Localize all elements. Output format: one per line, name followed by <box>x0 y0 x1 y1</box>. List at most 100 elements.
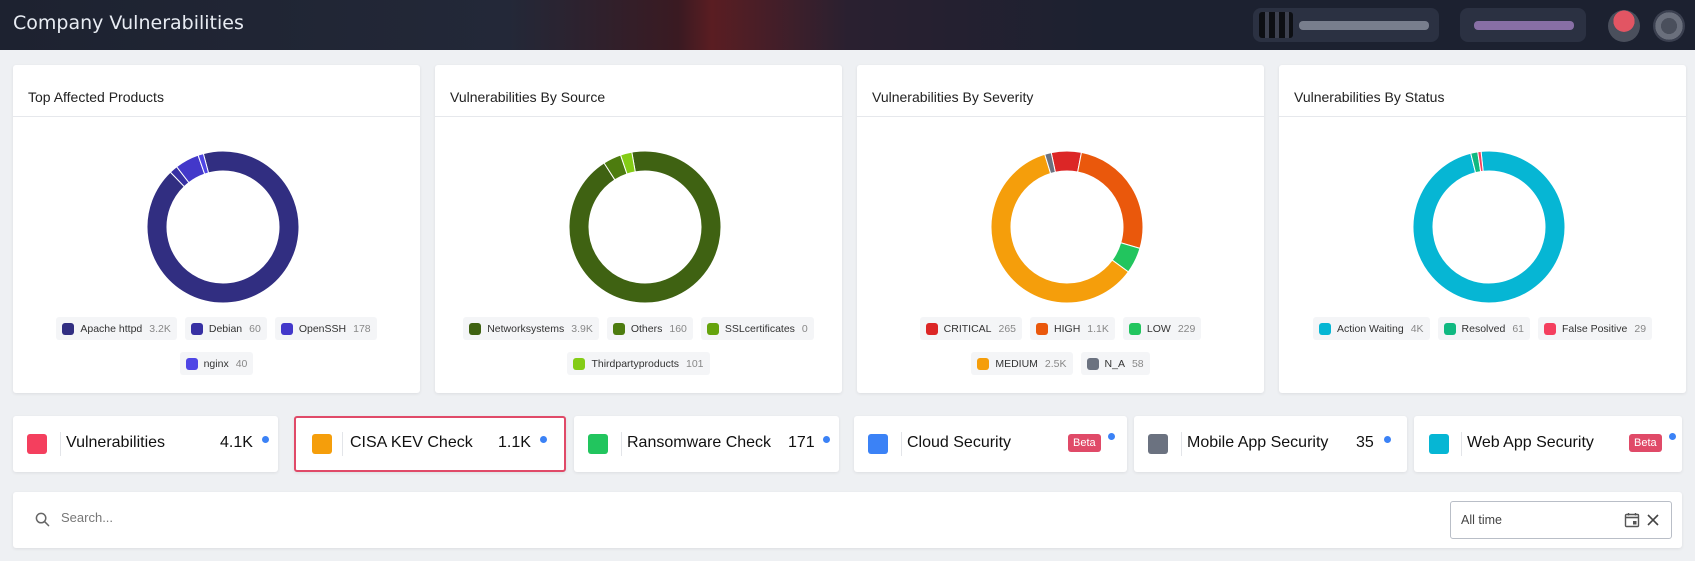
calendar-icon[interactable] <box>1624 512 1640 528</box>
category-color-swatch <box>588 434 608 454</box>
legend-value: 40 <box>235 357 248 370</box>
donut-chart <box>146 150 300 304</box>
legend-swatch <box>1544 322 1556 335</box>
stat-label: Cloud Security <box>907 434 1012 451</box>
stat-value: 35 <box>1356 434 1374 451</box>
legend-label: Resolved <box>1461 322 1506 335</box>
info-icon[interactable] <box>540 436 547 443</box>
chart-legend: CRITICAL 265 HIGH 1.1K LOW 229 MEDIUM 2.5K N_A 58 <box>867 317 1254 375</box>
info-icon[interactable] <box>823 436 830 443</box>
stat-label: Vulnerabilities <box>66 434 166 451</box>
legend-item[interactable]: Networksystems 3.9K <box>463 317 599 340</box>
search-input[interactable] <box>61 510 661 525</box>
legend-value: 29 <box>1634 322 1647 335</box>
donut-slice-apache-httpd[interactable] <box>146 150 300 304</box>
legend-item[interactable]: HIGH 1.1K <box>1030 317 1115 340</box>
legend-swatch <box>1318 322 1331 335</box>
legend-value: 101 <box>686 357 704 370</box>
category-color-swatch <box>27 434 47 454</box>
account-chip[interactable] <box>1253 8 1439 42</box>
card-title: Vulnerabilities By Source <box>435 65 842 117</box>
legend-swatch <box>706 322 719 335</box>
category-color-swatch <box>1148 434 1168 454</box>
chart-legend: Action Waiting 4K Resolved 61 False Positive… <box>1289 317 1676 340</box>
card-title: Top Affected Products <box>13 65 420 117</box>
legend-item[interactable]: LOW 229 <box>1122 317 1202 340</box>
stat-value: 1.1K <box>498 434 531 451</box>
stat-value: 4.1K <box>220 434 253 451</box>
info-icon[interactable] <box>262 436 269 443</box>
date-range-value: All time <box>1461 513 1502 527</box>
legend-item[interactable]: nginx 40 <box>179 352 254 375</box>
category-color-swatch <box>1429 434 1449 454</box>
page-title: Company Vulnerabilities <box>13 12 244 34</box>
stat-card-mobile-app-security[interactable]: Mobile App Security 35 <box>1134 416 1407 472</box>
legend-value: 1.1K <box>1087 322 1109 335</box>
legend-swatch <box>1128 322 1141 335</box>
card-title: Vulnerabilities By Severity <box>857 65 1264 117</box>
info-icon[interactable] <box>1384 436 1391 443</box>
legend-value: 2.5K <box>1044 357 1067 370</box>
stat-label: Ransomware Check <box>627 434 772 451</box>
legend-value: 3.9K <box>571 322 593 335</box>
legend-item[interactable]: False Positive 29 <box>1538 317 1653 340</box>
top-affected-products-card: Top Affected Products Apache httpd 3.2K De… <box>13 65 420 393</box>
top-bar: Company Vulnerabilities <box>0 0 1695 50</box>
legend-swatch <box>612 322 625 335</box>
legend-swatch <box>280 322 293 335</box>
legend-item[interactable]: Others 160 <box>606 317 693 340</box>
donut-slice-action-waiting[interactable] <box>1412 150 1566 304</box>
legend-item[interactable]: CRITICAL 265 <box>919 317 1023 340</box>
legend-item[interactable]: Debian 60 <box>184 317 267 340</box>
legend-value: 0 <box>801 322 808 335</box>
legend-label: LOW <box>1146 322 1171 335</box>
legend-label: CRITICAL <box>943 322 992 335</box>
legend-label: Networksystems <box>487 322 565 335</box>
close-icon[interactable] <box>1646 513 1660 527</box>
legend-label: Action Waiting <box>1336 322 1404 335</box>
legend-label: HIGH <box>1054 322 1081 335</box>
legend-swatch <box>573 357 586 370</box>
stat-value: 171 <box>788 434 815 451</box>
legend-item[interactable]: Thirdpartyproducts 101 <box>567 352 710 375</box>
legend-swatch <box>1036 322 1049 335</box>
donut-slice-high[interactable] <box>1077 151 1144 250</box>
donut-slice-networksystems[interactable] <box>568 150 722 304</box>
legend-swatch <box>1443 322 1456 335</box>
info-icon[interactable] <box>1108 433 1115 440</box>
legend-label: OpenSSH <box>298 322 347 335</box>
stat-card-cloud-security[interactable]: Cloud Security Beta <box>854 416 1127 472</box>
vulnerabilities-by-severity-card: Vulnerabilities By Severity CRITICAL 265 H… <box>857 65 1264 393</box>
legend-item[interactable]: SSLcertificates 0 <box>700 317 814 340</box>
vulnerabilities-by-source-card: Vulnerabilities By Source Networksystems… <box>435 65 842 393</box>
user-avatar[interactable] <box>1608 10 1640 42</box>
search-icon <box>35 512 50 527</box>
legend-item[interactable]: Action Waiting 4K <box>1312 317 1430 340</box>
legend-item[interactable]: Apache httpd 3.2K <box>56 317 177 340</box>
category-color-swatch <box>312 434 332 454</box>
workspace-chip[interactable] <box>1460 8 1586 42</box>
legend-swatch <box>925 322 938 335</box>
legend-value: 61 <box>1512 322 1524 335</box>
stat-card-ransomware-check[interactable]: Ransomware Check 171 <box>574 416 839 472</box>
stat-card-cisa-kev-check[interactable]: CISA KEV Check 1.1K <box>294 416 566 472</box>
info-icon[interactable] <box>1669 433 1676 440</box>
settings-icon[interactable] <box>1653 10 1685 42</box>
date-range-field[interactable]: All time <box>1450 501 1672 539</box>
legend-item[interactable]: MEDIUM 2.5K <box>971 352 1073 375</box>
stat-card-vulnerabilities[interactable]: Vulnerabilities 4.1K <box>13 416 278 472</box>
legend-value: 60 <box>249 322 261 335</box>
legend-swatch <box>185 357 198 370</box>
legend-item[interactable]: Resolved 61 <box>1437 317 1530 340</box>
stat-card-web-app-security[interactable]: Web App Security Beta <box>1414 416 1682 472</box>
donut-slice-critical[interactable] <box>1050 150 1083 173</box>
account-avatar <box>1259 12 1293 38</box>
legend-value: 160 <box>669 322 687 335</box>
legend-item[interactable]: N_A 58 <box>1080 352 1150 375</box>
legend-item[interactable]: OpenSSH 178 <box>274 317 377 340</box>
beta-badge: Beta <box>1068 434 1101 452</box>
legend-label: MEDIUM <box>995 357 1038 370</box>
legend-label: Apache httpd <box>80 322 143 335</box>
chart-legend: Networksystems 3.9K Others 160 SSLcertificat… <box>445 317 832 375</box>
legend-value: 3.2K <box>149 322 171 335</box>
